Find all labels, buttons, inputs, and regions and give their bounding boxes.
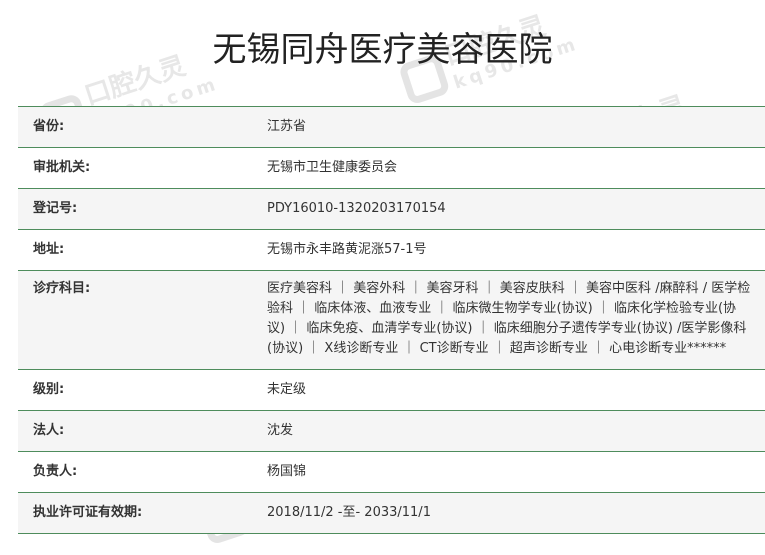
row-label: 省份:	[33, 119, 65, 134]
row-label: 级别:	[33, 382, 65, 397]
row-value: 江苏省	[267, 119, 307, 134]
row-value: 无锡市永丰路黄泥涨57-1号	[267, 242, 427, 257]
table-row: 登记号: PDY16010-1320203170154	[18, 189, 765, 230]
table-row: 省份: 江苏省	[18, 106, 765, 148]
table-row: 负责人: 杨国锦	[18, 452, 765, 493]
row-label: 执业许可证有效期:	[33, 505, 143, 520]
row-label: 法人:	[33, 423, 65, 438]
row-value: 沈发	[267, 423, 294, 438]
table-row: 地址: 无锡市永丰路黄泥涨57-1号	[18, 230, 765, 271]
row-value: 无锡市卫生健康委员会	[267, 160, 398, 175]
row-value: 2018/11/2 -至- 2033/11/1	[267, 505, 431, 520]
row-label: 地址:	[33, 242, 65, 257]
row-value: 未定级	[267, 382, 307, 397]
row-label: 诊疗科目:	[33, 281, 91, 296]
table-row: 审批机关: 无锡市卫生健康委员会	[18, 148, 765, 189]
table-row: 级别: 未定级	[18, 370, 765, 411]
info-table: 省份: 江苏省 审批机关: 无锡市卫生健康委员会 登记号: PDY16010-1…	[18, 106, 765, 534]
row-value: PDY16010-1320203170154	[267, 201, 446, 216]
row-label: 登记号:	[33, 201, 78, 216]
row-value: 杨国锦	[267, 464, 307, 479]
table-row: 执业许可证有效期: 2018/11/2 -至- 2033/11/1	[18, 493, 765, 534]
row-value: 医疗美容科 ｜ 美容外科 ｜ 美容牙科 ｜ 美容皮肤科 ｜ 美容中医科 /麻醉科…	[267, 281, 751, 356]
row-label: 负责人:	[33, 464, 78, 479]
row-label: 审批机关:	[33, 160, 91, 175]
table-row: 法人: 沈发	[18, 411, 765, 452]
table-row: 诊疗科目: 医疗美容科 ｜ 美容外科 ｜ 美容牙科 ｜ 美容皮肤科 ｜ 美容中医…	[18, 271, 765, 370]
page-title: 无锡同舟医疗美容医院	[212, 30, 553, 70]
